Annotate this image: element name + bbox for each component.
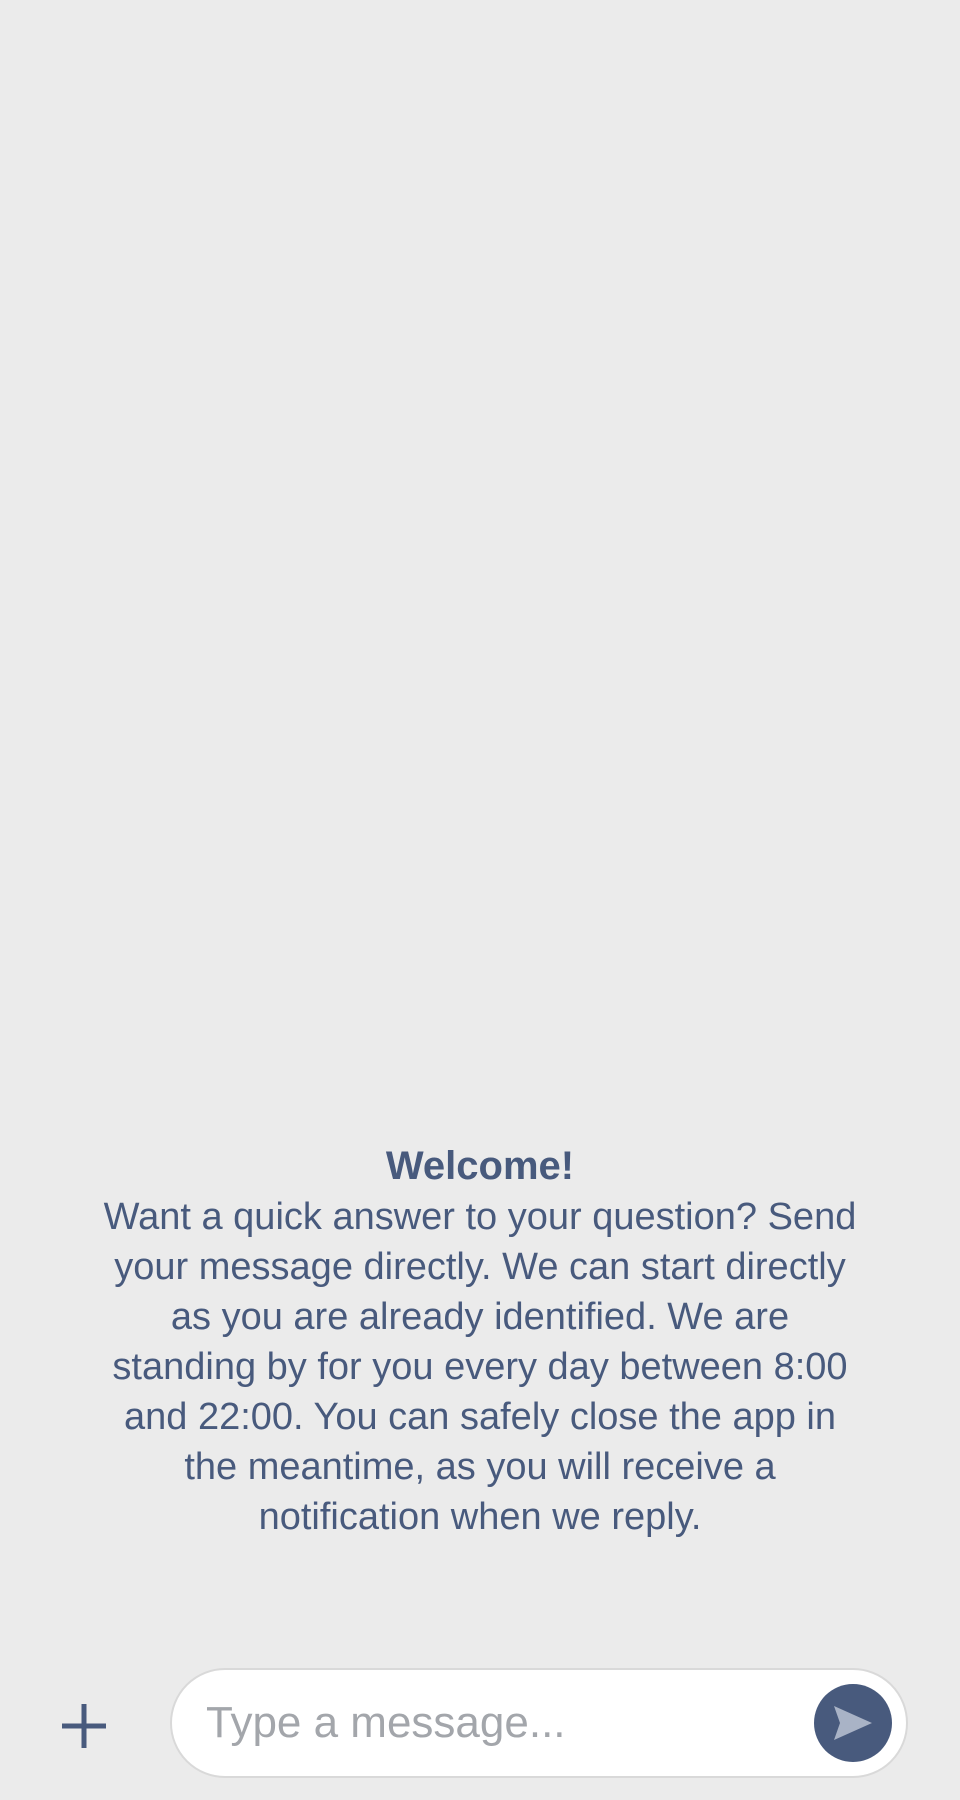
message-composer	[0, 1660, 960, 1780]
plus-icon	[62, 1704, 106, 1748]
welcome-body: Want a quick answer to your question? Se…	[103, 1196, 857, 1538]
message-input[interactable]	[206, 1670, 766, 1776]
send-icon	[834, 1706, 872, 1740]
message-field-container	[170, 1668, 908, 1778]
welcome-message: Welcome! Want a quick answer to your que…	[60, 1140, 900, 1542]
welcome-title: Welcome!	[385, 1144, 575, 1188]
send-button[interactable]	[814, 1684, 892, 1762]
add-attachment-button[interactable]	[54, 1696, 114, 1756]
